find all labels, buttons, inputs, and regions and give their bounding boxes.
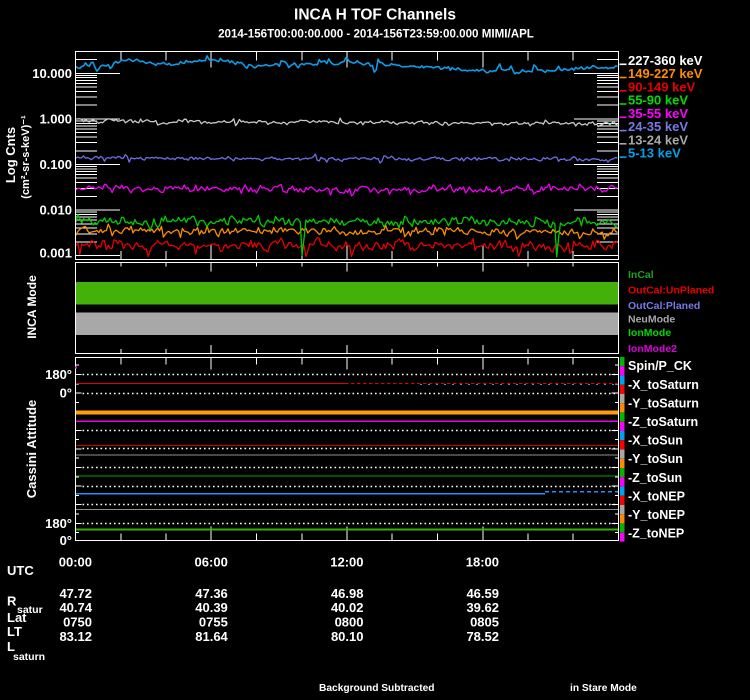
svg-text:18:00: 18:00 [466,555,499,570]
svg-text:39.62: 39.62 [466,600,499,615]
svg-text:Cassini Attitude: Cassini Attitude [24,400,39,498]
svg-text:-Z_toSun: -Z_toSun [628,471,682,485]
svg-text:Background Subtracted: Background Subtracted [319,683,434,694]
svg-text:IonMode2: IonMode2 [628,343,677,355]
svg-text:0800: 0800 [335,615,364,630]
svg-text:80.10: 80.10 [331,629,364,644]
svg-text:0°: 0° [60,386,72,401]
svg-text:81.64: 81.64 [195,629,228,644]
svg-text:40.39: 40.39 [195,600,228,615]
svg-text:12:00: 12:00 [330,555,363,570]
svg-text:InCal: InCal [628,269,654,281]
svg-text:0.100: 0.100 [39,157,72,172]
svg-text:Spin/P_CK: Spin/P_CK [628,359,692,373]
svg-text:0750: 0750 [63,615,92,630]
svg-text:00:00: 00:00 [59,555,92,570]
svg-text:NeuMode: NeuMode [628,314,675,326]
svg-text:-Z_toNEP: -Z_toNEP [628,527,684,541]
svg-text:47.36: 47.36 [195,586,228,601]
svg-text:47.72: 47.72 [59,586,92,601]
svg-text:06:00: 06:00 [195,555,228,570]
svg-text:83.12: 83.12 [59,629,92,644]
svg-text:OutCal:Planed: OutCal:Planed [628,300,700,312]
svg-text:-Y_toSaturn: -Y_toSaturn [628,396,699,410]
svg-text:0755: 0755 [199,615,228,630]
svg-text:5-13 keV: 5-13 keV [628,146,681,161]
svg-text:UTC: UTC [7,563,34,578]
svg-text:1.000: 1.000 [39,112,72,127]
svg-text:0.001: 0.001 [39,246,72,261]
svg-text:OutCal:UnPlaned: OutCal:UnPlaned [628,285,714,297]
svg-text:R: R [7,594,17,609]
svg-text:INCA H TOF Channels: INCA H TOF Channels [294,7,456,24]
svg-text:-X_toSaturn: -X_toSaturn [628,378,699,392]
svg-text:180°: 180° [45,367,72,382]
svg-text:0805: 0805 [470,615,499,630]
svg-text:(cm²-sr-s-keV)⁻¹: (cm²-sr-s-keV)⁻¹ [20,115,32,199]
svg-text:in Stare Mode: in Stare Mode [570,683,637,694]
svg-text:saturn: saturn [13,651,45,663]
svg-text:78.52: 78.52 [466,629,499,644]
svg-text:-Y_toSun: -Y_toSun [628,452,683,466]
svg-text:40.02: 40.02 [331,600,364,615]
svg-text:-X_toSun: -X_toSun [628,434,683,448]
svg-text:180°: 180° [45,516,72,531]
svg-text:46.59: 46.59 [466,586,499,601]
svg-text:Lat: Lat [7,610,27,625]
svg-text:2014-156T00:00:00.000 - 2014-1: 2014-156T00:00:00.000 - 2014-156T23:59:0… [218,28,534,41]
svg-text:IonMode: IonMode [628,327,671,339]
svg-text:0.010: 0.010 [39,203,72,218]
svg-text:0°: 0° [60,533,72,548]
svg-text:LT: LT [7,624,22,639]
svg-text:-Z_toSaturn: -Z_toSaturn [628,415,698,429]
svg-text:Log Cnts: Log Cnts [3,127,18,183]
svg-text:46.98: 46.98 [331,586,364,601]
svg-text:-X_toNEP: -X_toNEP [628,489,685,503]
svg-text:40.74: 40.74 [59,600,92,615]
svg-text:INCA Mode: INCA Mode [25,275,39,339]
svg-text:10.000: 10.000 [32,66,72,81]
svg-text:-Y_toNEP: -Y_toNEP [628,508,685,522]
